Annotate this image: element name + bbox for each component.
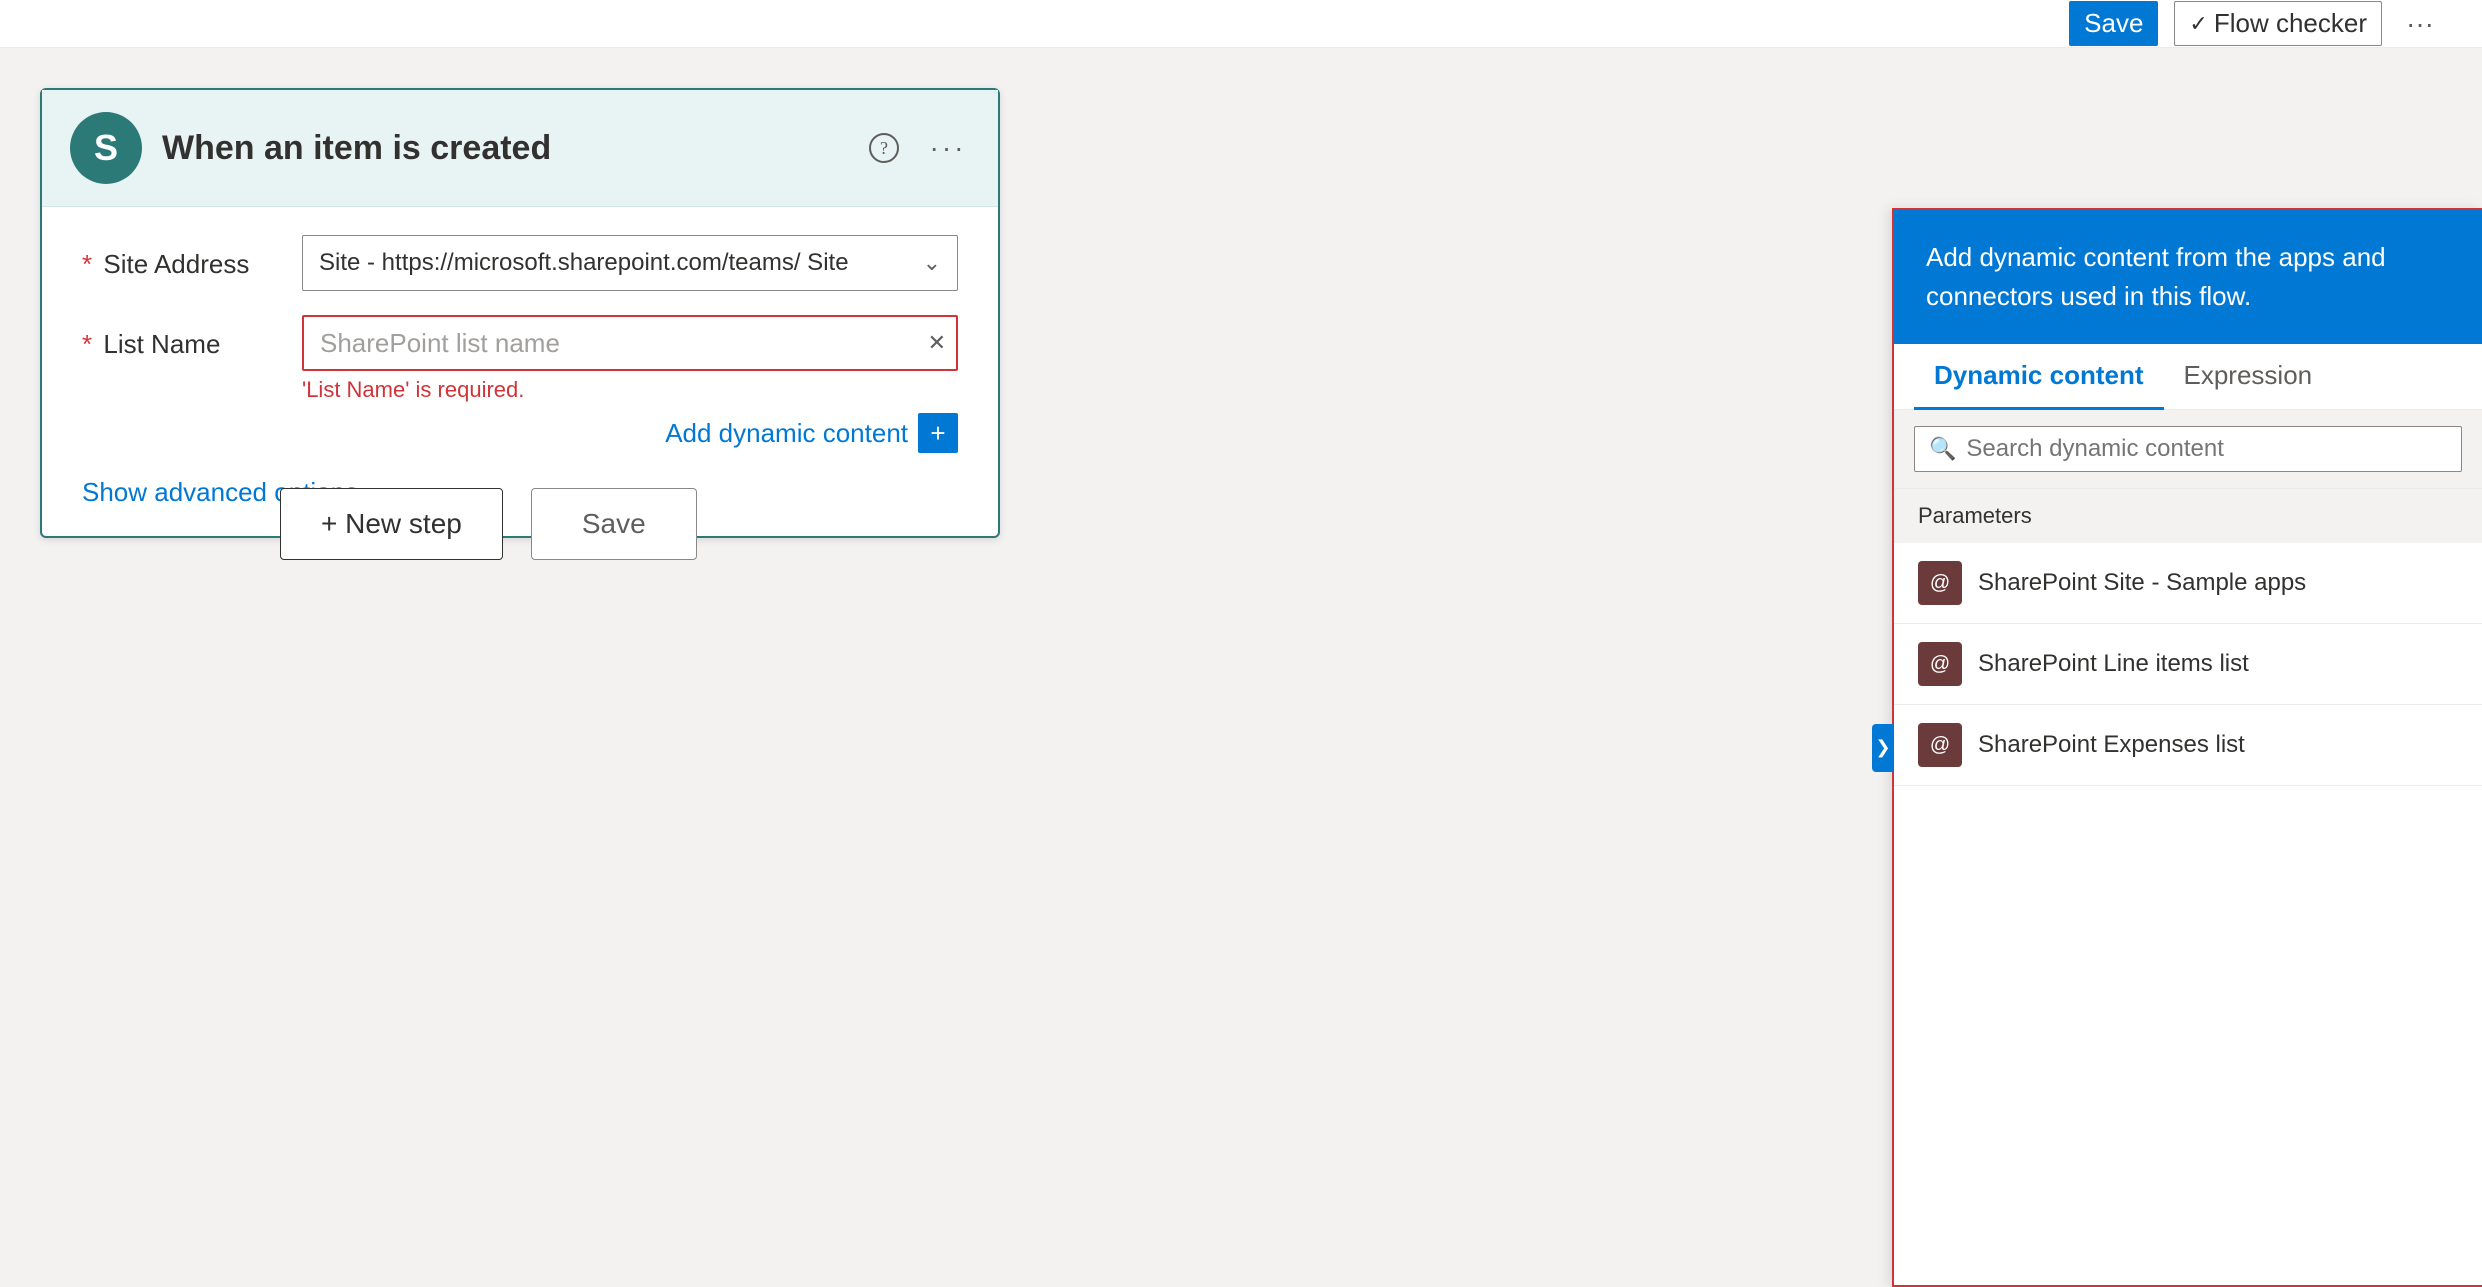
tab-expression[interactable]: Expression xyxy=(2164,344,2333,410)
param-label-1: SharePoint Line items list xyxy=(1978,650,2249,678)
search-icon: 🔍 xyxy=(1929,436,1956,462)
param-icon-1: @ xyxy=(1918,642,1962,686)
site-address-value: Site - https://microsoft.sharepoint.com/… xyxy=(319,249,849,277)
param-icon-2: @ xyxy=(1918,723,1962,767)
add-dynamic-content-plus-button[interactable]: + xyxy=(918,413,958,453)
list-item[interactable]: @ SharePoint Expenses list xyxy=(1894,705,2482,786)
list-name-error: 'List Name' is required. xyxy=(302,377,958,403)
search-bar: 🔍 xyxy=(1894,410,2482,489)
help-button[interactable]: ? xyxy=(862,126,906,170)
top-bar: Save ✓ Flow checker ··· xyxy=(0,0,2482,48)
add-dynamic-content-link[interactable]: Add dynamic content xyxy=(665,418,908,449)
card-body: * Site Address Site - https://microsoft.… xyxy=(42,207,998,536)
more-icon: ··· xyxy=(2406,8,2434,40)
clear-list-name-button[interactable]: ✕ xyxy=(928,330,946,356)
save-label: Save xyxy=(2084,8,2143,39)
more-options-button[interactable]: ··· xyxy=(2398,2,2442,46)
chevron-right-icon: ❯ xyxy=(1875,737,1890,758)
chevron-down-icon: ⌄ xyxy=(923,250,941,276)
collapse-panel-button[interactable]: ❯ xyxy=(1872,724,1894,772)
param-label-2: SharePoint Expenses list xyxy=(1978,731,2245,759)
site-address-label: * Site Address xyxy=(82,235,282,280)
card-header-actions: ? ··· xyxy=(862,126,970,170)
sharepoint-icon: S xyxy=(70,112,142,184)
search-input-wrap: 🔍 xyxy=(1914,426,2462,472)
bottom-save-button[interactable]: Save xyxy=(531,488,697,560)
param-icon-0: @ xyxy=(1918,561,1962,605)
new-step-button[interactable]: + New step xyxy=(280,488,503,560)
panel-header-text: Add dynamic content from the apps and co… xyxy=(1926,242,2386,311)
svg-text:?: ? xyxy=(880,138,888,158)
save-button[interactable]: Save xyxy=(2069,1,2158,46)
list-name-label: * List Name xyxy=(82,315,282,360)
panel-content: Parameters @ SharePoint Site - Sample ap… xyxy=(1894,489,2482,1285)
flow-card: S When an item is created ? ··· * xyxy=(40,88,1000,538)
dynamic-content-panel: ❯ Add dynamic content from the apps and … xyxy=(1892,208,2482,1287)
dynamic-content-link-row: Add dynamic content + xyxy=(302,413,958,453)
panel-header: Add dynamic content from the apps and co… xyxy=(1894,210,2482,344)
canvas: S When an item is created ? ··· * xyxy=(0,48,2482,1287)
list-item[interactable]: @ SharePoint Line items list xyxy=(1894,624,2482,705)
card-title: When an item is created xyxy=(162,129,842,168)
list-name-row: * List Name ✕ 'List Name' is required. A… xyxy=(82,315,958,453)
search-dynamic-content-input[interactable] xyxy=(1966,435,2447,463)
action-row: + New step Save xyxy=(280,488,697,560)
tab-dynamic-content[interactable]: Dynamic content xyxy=(1914,344,2164,410)
site-address-row: * Site Address Site - https://microsoft.… xyxy=(82,235,958,291)
panel-tabs: Dynamic content Expression xyxy=(1894,344,2482,410)
flow-checker-button[interactable]: ✓ Flow checker xyxy=(2174,1,2382,46)
list-name-input-wrap: ✕ xyxy=(302,315,958,371)
site-address-control: Site - https://microsoft.sharepoint.com/… xyxy=(302,235,958,291)
parameters-section-header: Parameters xyxy=(1894,489,2482,543)
site-address-dropdown[interactable]: Site - https://microsoft.sharepoint.com/… xyxy=(302,235,958,291)
list-name-input[interactable] xyxy=(302,315,958,371)
param-label-0: SharePoint Site - Sample apps xyxy=(1978,569,2306,597)
list-item[interactable]: @ SharePoint Site - Sample apps xyxy=(1894,543,2482,624)
list-name-control: ✕ 'List Name' is required. Add dynamic c… xyxy=(302,315,958,453)
card-more-button[interactable]: ··· xyxy=(926,126,970,170)
card-header: S When an item is created ? ··· xyxy=(42,90,998,207)
flow-checker-label: Flow checker xyxy=(2214,8,2367,39)
